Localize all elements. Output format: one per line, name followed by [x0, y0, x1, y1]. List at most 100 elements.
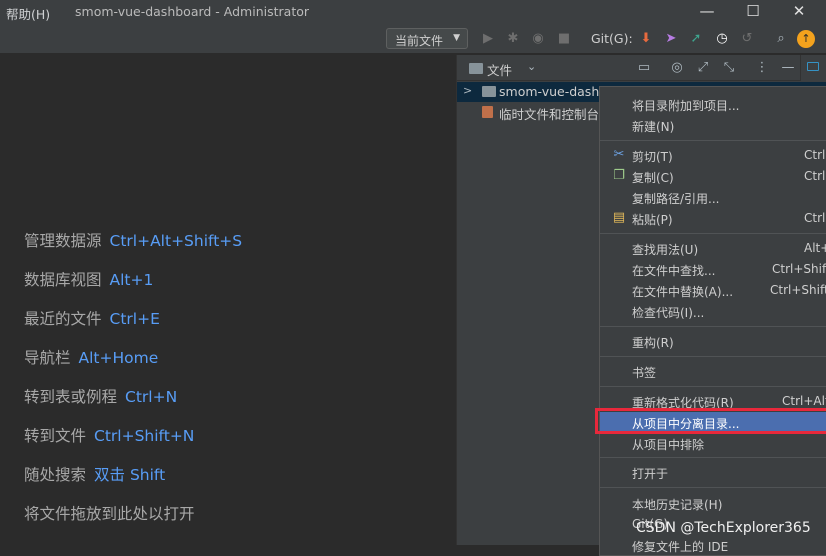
menu-item-paste[interactable]: ▤ 粘贴(P) Ctrl: [600, 208, 826, 229]
menu-item-find-in-files[interactable]: 在文件中查找... Ctrl+Shift: [600, 259, 826, 280]
menu-divider: [600, 326, 826, 327]
chevron-down-icon[interactable]: ⌄: [527, 60, 536, 73]
search-icon[interactable]: ⌕: [771, 29, 791, 49]
history-icon[interactable]: ◷: [712, 29, 732, 49]
run-icon[interactable]: ▶: [478, 29, 498, 49]
hint-label: 管理数据源: [24, 232, 102, 250]
menu-item-refactor[interactable]: 重构(R): [600, 331, 826, 352]
menu-item-copy-path[interactable]: 复制路径/引用...: [600, 187, 826, 208]
menu-item-cut[interactable]: ✂ 剪切(T) Ctrl: [600, 145, 826, 166]
hint-label: 导航栏: [24, 349, 71, 367]
scissors-icon: ✂: [613, 147, 625, 162]
menu-item-open-in[interactable]: 打开于: [600, 462, 826, 483]
folder-icon: [482, 86, 496, 97]
hint-key: Ctrl+Alt+Shift+S: [109, 232, 243, 250]
menu-item-replace-in-files[interactable]: 在文件中替换(A)... Ctrl+Shift: [600, 280, 826, 301]
run-config-dropdown[interactable]: 当前文件 ▼: [386, 28, 468, 49]
context-menu: 将目录附加到项目... 新建(N) ✂ 剪切(T) Ctrl ❐ 复制(C) C…: [599, 86, 826, 556]
hint-key: Ctrl+E: [109, 310, 160, 328]
menu-item-label: 复制路径/引用...: [632, 192, 720, 206]
copy-icon: ❐: [613, 168, 625, 183]
hint-label: 转到文件: [24, 427, 87, 445]
hint-database-view: 数据库视图 Alt+1: [24, 268, 153, 290]
watermark: CSDN @TechExplorer365: [636, 520, 811, 536]
menu-item-label: 新建(N): [632, 120, 675, 134]
menu-item-shortcut: Ctrl: [804, 148, 826, 162]
monitor-icon[interactable]: [807, 62, 819, 71]
locate-icon[interactable]: ◎: [668, 59, 686, 77]
folder-icon: [469, 63, 483, 74]
menu-item-label: 重构(R): [632, 336, 674, 350]
run-config-label: 当前文件: [395, 34, 444, 48]
menu-item-shortcut: Alt+: [804, 241, 826, 255]
menu-item-exclude[interactable]: 从项目中排除: [600, 433, 826, 454]
scratch-file-icon: [482, 106, 493, 118]
hint-key: Alt+1: [109, 271, 154, 289]
update-avatar-icon[interactable]: ↑: [797, 30, 815, 48]
menu-item-label: 检查代码(I)...: [632, 306, 705, 320]
editor-welcome-area: 管理数据源 Ctrl+Alt+Shift+S 数据库视图 Alt+1 最近的文件 Ct…: [0, 55, 457, 545]
run-coverage-icon[interactable]: ◉: [528, 29, 548, 49]
hint-label: 转到表或例程: [24, 388, 118, 406]
chevron-right-icon[interactable]: >: [463, 84, 472, 97]
menu-item-label: 在文件中替换(A)...: [632, 285, 734, 299]
menu-item-label: 粘贴(P): [632, 213, 673, 227]
stop-icon[interactable]: ■: [554, 29, 574, 49]
git-push-icon[interactable]: ➚: [686, 29, 706, 49]
menu-item-label: 本地历史记录(H): [632, 498, 723, 512]
close-button[interactable]: ✕: [776, 1, 822, 23]
menu-item-label: 修复文件上的 IDE: [632, 540, 729, 554]
menu-item-inspect-code[interactable]: 检查代码(I)...: [600, 301, 826, 322]
project-view-selector[interactable]: 文件: [487, 60, 512, 79]
menu-item-bookmarks[interactable]: 书签: [600, 361, 826, 382]
hint-label: 随处搜索: [24, 466, 87, 484]
menu-item-find-usages[interactable]: 查找用法(U) Alt+: [600, 238, 826, 259]
hint-key: Alt+Home: [78, 349, 159, 367]
hint-label: 最近的文件: [24, 310, 102, 328]
menu-item-shortcut: Ctrl+Shift: [772, 262, 826, 276]
menu-item-label: 剪切(T): [632, 150, 673, 164]
menu-divider: [600, 356, 826, 357]
menu-item-attach-dir[interactable]: 将目录附加到项目...: [600, 94, 826, 115]
hint-label: 数据库视图: [24, 271, 102, 289]
tree-item-label: 临时文件和控制台: [499, 107, 600, 122]
menu-item-label: 书签: [632, 366, 657, 380]
maximize-button[interactable]: ☐: [730, 1, 776, 23]
right-tool-strip: [800, 55, 826, 81]
open-folder-icon[interactable]: ▭: [635, 59, 653, 77]
expand-all-icon[interactable]: ⤢: [694, 59, 712, 77]
debug-icon[interactable]: ✱: [503, 29, 523, 49]
hint-goto-file: 转到文件 Ctrl+Shift+N: [24, 424, 194, 446]
git-commit-icon[interactable]: ➤: [661, 29, 681, 49]
menu-item-copy[interactable]: ❐ 复制(C) Ctrl: [600, 166, 826, 187]
menu-item-repair-ide[interactable]: 修复文件上的 IDE: [600, 535, 826, 556]
clipboard-icon: ▤: [612, 210, 626, 225]
hint-manage-datasource: 管理数据源 Ctrl+Alt+Shift+S: [24, 229, 242, 251]
minimize-button[interactable]: —: [684, 1, 730, 23]
hint-key: 双击 Shift: [94, 466, 166, 484]
menu-item-label: 将目录附加到项目...: [632, 99, 740, 113]
git-update-icon[interactable]: ⬇: [636, 29, 656, 49]
hide-panel-icon[interactable]: —: [779, 59, 797, 77]
menu-divider: [600, 233, 826, 234]
rollback-icon[interactable]: ↺: [737, 29, 757, 49]
title-bar: 帮助(H) smom-vue-dashboard - Administrator…: [0, 0, 826, 24]
menu-item-shortcut: Ctrl: [804, 211, 826, 225]
git-label: Git(G):: [591, 31, 633, 46]
collapse-all-icon[interactable]: ⤡: [720, 59, 738, 77]
chevron-down-icon: ▼: [453, 33, 460, 43]
menu-divider: [600, 386, 826, 387]
more-options-icon[interactable]: ⋮: [753, 59, 771, 77]
menu-help[interactable]: 帮助(H): [6, 4, 50, 23]
menu-item-new[interactable]: 新建(N): [600, 115, 826, 136]
hint-key: Ctrl+Shift+N: [94, 427, 195, 445]
menu-item-shortcut: Ctrl+Shift: [770, 283, 826, 297]
hint-goto-table: 转到表或例程 Ctrl+N: [24, 385, 177, 407]
menu-item-label: 查找用法(U): [632, 243, 699, 257]
project-header: 文件 ⌄ ▭ ◎ ⤢ ⤡ ⋮ —: [457, 55, 826, 81]
menu-divider: [600, 140, 826, 141]
main-toolbar: 当前文件 ▼ ▶ ✱ ◉ ■ Git(G): ⬇ ➤ ➚ ◷ ↺ ⌕ ↑: [0, 24, 826, 54]
hint-key: Ctrl+N: [125, 388, 178, 406]
menu-item-local-history[interactable]: 本地历史记录(H): [600, 493, 826, 514]
menu-item-label: 打开于: [632, 467, 669, 481]
